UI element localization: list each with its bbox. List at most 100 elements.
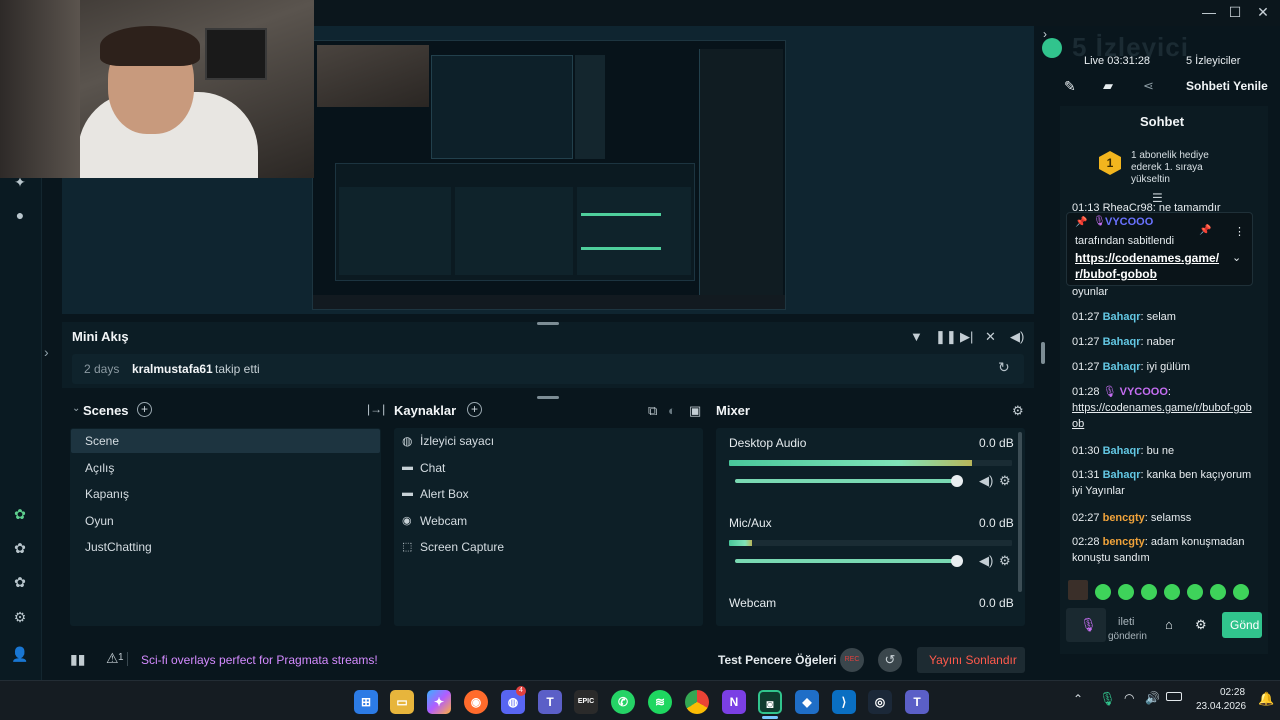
notification-bell-icon[interactable]: 🔔 <box>1258 691 1274 707</box>
source-item-viewer-counter[interactable]: İzleyici sayacı <box>420 429 494 453</box>
tray-mic-icon[interactable]: 🎙 <box>1099 691 1116 707</box>
steam-icon[interactable]: ◎ <box>868 690 892 714</box>
profile-icon[interactable]: 👤 <box>10 644 30 664</box>
resize-handle[interactable] <box>537 322 559 325</box>
chrome-icon[interactable] <box>685 690 709 714</box>
chat-message-user[interactable]: bencgty <box>1103 536 1145 548</box>
emote-icon[interactable] <box>1187 584 1203 600</box>
collapse-chevron-icon[interactable]: ⌄ <box>72 403 80 414</box>
mute-alerts-icon[interactable]: ✕ <box>985 329 996 345</box>
clock-time[interactable]: 02:28 <box>1220 687 1245 698</box>
scene-item-justchatting[interactable]: JustChatting <box>85 535 152 559</box>
scene-item-kapanis[interactable]: Kapanış <box>85 482 129 506</box>
share-icon[interactable]: ⋖ <box>1143 78 1154 94</box>
expand-chevron-icon[interactable]: › <box>44 344 49 360</box>
emote-icon[interactable] <box>1233 584 1249 600</box>
app-icon-blue[interactable]: ◆ <box>795 690 819 714</box>
vscode-icon[interactable]: ⟩ <box>832 690 856 714</box>
emote-icon[interactable] <box>1164 584 1180 600</box>
source-item-chat[interactable]: Chat <box>420 456 445 480</box>
chat-message-user[interactable]: VYCOOO <box>1120 386 1168 398</box>
chat-message-user[interactable]: bencgty <box>1103 512 1145 524</box>
channel-settings-icon[interactable]: ⚙ <box>999 553 1011 569</box>
replay-buffer-icon[interactable]: ↺ <box>878 648 902 672</box>
play-circle-icon[interactable]: ● <box>10 205 30 225</box>
scene-item-scene[interactable]: Scene <box>71 429 380 453</box>
emote-icon[interactable] <box>1095 584 1111 600</box>
volume-slider[interactable] <box>735 559 957 563</box>
chat-input-hint[interactable]: ileti <box>1118 616 1135 628</box>
spotify-icon[interactable]: ≋ <box>648 690 672 714</box>
scene-item-acilis[interactable]: Açılış <box>85 456 114 480</box>
gear-link-icon[interactable]: ✿ <box>10 538 30 558</box>
edit-icon[interactable]: ✎ <box>1064 78 1076 95</box>
onenote-icon[interactable]: N <box>722 690 746 714</box>
mixer-scrollbar[interactable] <box>1018 432 1022 592</box>
chat-message-user[interactable]: Bahaqr <box>1103 361 1141 373</box>
source-item-screen-capture[interactable]: Screen Capture <box>420 535 504 559</box>
mixer-settings-icon[interactable]: ⚙ <box>1012 403 1024 419</box>
clip-icon[interactable]: ▰ <box>1103 78 1113 94</box>
minimize-button[interactable]: — <box>1198 4 1220 20</box>
dock-resize-handle[interactable] <box>537 396 559 399</box>
add-folder-icon[interactable]: ▣ <box>689 403 701 419</box>
teams-work-icon[interactable]: T <box>905 690 929 714</box>
source-filter-icon[interactable]: ◐ <box>668 403 676 418</box>
channel-mute-icon[interactable]: ◀) <box>979 473 993 489</box>
tools-icon[interactable]: ✿ <box>10 572 30 592</box>
emote-icon[interactable] <box>1141 584 1157 600</box>
close-button[interactable]: ✕ <box>1252 4 1274 21</box>
more-options-icon[interactable]: ⋮ <box>1234 225 1245 238</box>
expand-pinned-icon[interactable]: ⌄ <box>1232 251 1241 264</box>
pinned-link[interactable]: https://codenames.game/r/bubof-gobob <box>1075 250 1225 282</box>
add-scene-button[interactable]: + <box>137 402 152 417</box>
volume-slider-knob[interactable] <box>951 555 963 567</box>
send-button[interactable]: Gönd <box>1222 612 1262 638</box>
copilot-icon[interactable]: ✦ <box>427 690 451 714</box>
wifi-icon[interactable]: ◠ <box>1124 691 1134 705</box>
pause-icon[interactable]: ❚❚ <box>935 329 957 345</box>
chat-message-text[interactable]: https://codenames.game/r/bubof-gobob <box>1072 400 1252 432</box>
chat-settings-icon[interactable]: ⚙ <box>1195 617 1207 633</box>
volume-slider-knob[interactable] <box>951 475 963 487</box>
channel-settings-icon[interactable]: ⚙ <box>999 473 1011 489</box>
chat-message-user[interactable]: Bahaqr <box>1103 311 1141 323</box>
skip-icon[interactable]: ▶| <box>960 329 973 345</box>
refresh-chat-button[interactable]: Sohbeti Yenile <box>1186 79 1268 93</box>
emote-icon[interactable] <box>1118 584 1134 600</box>
chat-message-user[interactable]: Bahaqr <box>1103 445 1141 457</box>
end-stream-button[interactable]: Yayını Sonlandır <box>917 647 1025 673</box>
battery-icon[interactable] <box>1166 692 1182 701</box>
volume-icon[interactable]: ◀) <box>1010 329 1024 345</box>
channel-mute-icon[interactable]: ◀) <box>979 553 993 569</box>
source-item-webcam[interactable]: Webcam <box>420 509 467 533</box>
chat-message-user[interactable]: Bahaqr <box>1103 469 1141 481</box>
teams-icon[interactable]: T <box>538 690 562 714</box>
whatsapp-icon[interactable]: ✆ <box>611 690 635 714</box>
unpin-icon[interactable]: 📌 <box>1199 225 1211 236</box>
store-icon[interactable]: ⌂ <box>1165 617 1173 632</box>
windows-start-icon[interactable]: ⊞ <box>354 690 378 714</box>
alert-triangle-icon[interactable]: ⚠ <box>106 650 119 667</box>
scene-transitions-icon[interactable]: |→| <box>367 402 385 416</box>
emote-icon[interactable] <box>1210 584 1226 600</box>
chat-message-user[interactable]: Bahaqr <box>1103 336 1141 348</box>
repeat-alert-icon[interactable]: ↻ <box>998 359 1010 376</box>
test-widgets-label[interactable]: Test Pencere Öğeleri <box>718 653 837 667</box>
side-resize-handle[interactable] <box>1041 342 1045 364</box>
source-item-alert-box[interactable]: Alert Box <box>420 482 469 506</box>
file-explorer-icon[interactable]: ▭ <box>390 690 414 714</box>
speaker-icon[interactable]: 🔊 <box>1145 691 1160 705</box>
streamlabs-icon[interactable]: ◙ <box>758 690 782 714</box>
voice-button[interactable]: 🎙 <box>1066 608 1106 642</box>
add-source-button[interactable]: + <box>467 402 482 417</box>
filter-icon[interactable]: ▼ <box>910 329 923 344</box>
settings-icon[interactable]: ⚙ <box>10 607 30 627</box>
epic-games-icon[interactable]: EPIC <box>574 690 598 714</box>
scene-item-oyun[interactable]: Oyun <box>85 509 114 533</box>
clock-date[interactable]: 23.04.2026 <box>1196 701 1246 712</box>
stats-icon[interactable]: ▮▮ <box>70 651 85 668</box>
source-group-icon[interactable]: ⧉ <box>648 403 657 419</box>
firefox-icon[interactable]: ◉ <box>464 690 488 714</box>
rec-button[interactable]: REC <box>840 648 864 672</box>
